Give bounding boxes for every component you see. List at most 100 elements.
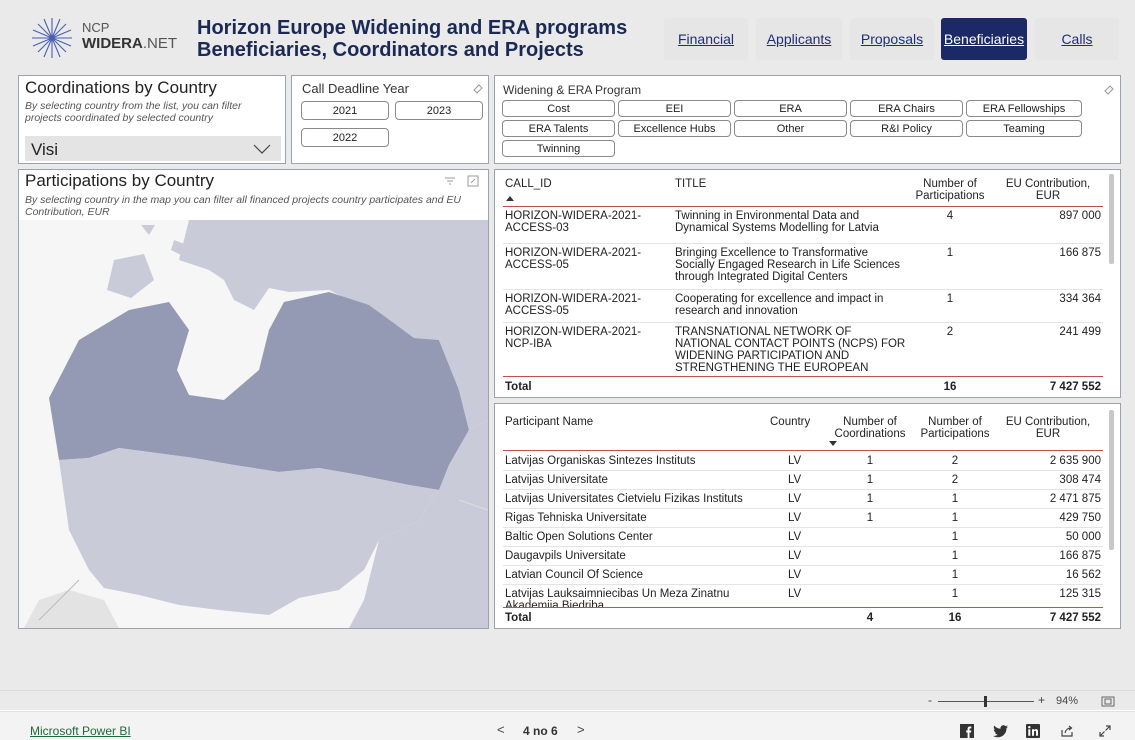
filter-icon[interactable] xyxy=(444,176,456,186)
cell-title: Twinning in Environmental Data and Dynam… xyxy=(675,210,879,234)
total-participations: 16 xyxy=(943,381,957,393)
deadline-title: Call Deadline Year xyxy=(302,81,409,96)
cell-participations: 2 xyxy=(951,474,959,486)
cell-contribution: 16 562 xyxy=(1065,569,1101,581)
cell-participant-name: Daugavpils Universitate xyxy=(505,550,626,562)
focus-mode-icon[interactable] xyxy=(467,175,479,187)
col-header-country[interactable]: Country xyxy=(770,416,810,428)
col-header-coordinations[interactable]: Number of Coordinations xyxy=(831,416,909,440)
tab-proposals[interactable]: Proposals xyxy=(850,18,934,60)
col-header-participations[interactable]: Number of Participations xyxy=(907,178,993,202)
cell-participant-name: Rigas Tehniska Universitate xyxy=(505,512,647,524)
total-label: Total xyxy=(505,612,532,624)
cell-participations: 2 xyxy=(951,455,959,467)
cell-title: TRANSNATIONAL NETWORK OF NATIONAL CONTAC… xyxy=(675,326,906,374)
cell-participations: 4 xyxy=(946,210,954,222)
program-era-talents[interactable]: ERA Talents xyxy=(502,120,615,137)
next-page-button[interactable]: > xyxy=(577,722,585,737)
country-dropdown-value: Visi xyxy=(31,140,59,159)
participation-map[interactable] xyxy=(19,220,488,628)
chevron-down-icon xyxy=(253,144,271,154)
zoom-level: 94% xyxy=(1056,695,1079,707)
zoom-slider-thumb[interactable] xyxy=(984,696,987,707)
col-header-call-id[interactable]: CALL_ID xyxy=(505,178,552,190)
calls-table-panel: CALL_ID TITLE Number of Participations E… xyxy=(494,169,1121,398)
cell-country: LV xyxy=(788,474,802,486)
cell-participant-name: Latvian Council Of Science xyxy=(505,569,644,581)
cell-country: LV xyxy=(788,550,802,562)
share-icon[interactable] xyxy=(1060,724,1074,738)
page-indicator: 4 no 6 xyxy=(523,724,558,738)
cell-contribution: 897 000 xyxy=(1059,210,1101,222)
col-header-participations[interactable]: Number of Participations xyxy=(917,416,993,440)
cell-coordinations: 1 xyxy=(866,474,874,486)
vertical-scrollbar[interactable] xyxy=(1109,174,1114,264)
country-dropdown[interactable]: Visi xyxy=(25,136,281,161)
cell-title: Bringing Excellence to Transformative So… xyxy=(675,247,901,283)
program-cost[interactable]: Cost xyxy=(502,100,615,117)
cell-contribution: 166 875 xyxy=(1059,247,1101,259)
program-excellence-hubs[interactable]: Excellence Hubs xyxy=(618,120,731,137)
fit-page-icon[interactable] xyxy=(1101,696,1115,707)
program-teaming[interactable]: Teaming xyxy=(966,120,1082,137)
program-title: Widening & ERA Program xyxy=(503,83,642,97)
cell-country: LV xyxy=(788,588,802,600)
total-contribution: 7 427 552 xyxy=(1049,612,1101,624)
eraser-icon[interactable] xyxy=(472,83,483,94)
logo-widera: WIDERA xyxy=(82,35,143,52)
vertical-scrollbar[interactable] xyxy=(1109,410,1114,550)
cell-country: LV xyxy=(788,569,802,581)
zoom-in-button[interactable]: + xyxy=(1038,693,1045,707)
cell-country: LV xyxy=(788,531,802,543)
program-era[interactable]: ERA xyxy=(734,100,847,117)
cell-contribution: 50 000 xyxy=(1065,531,1101,543)
program-era-fellowships[interactable]: ERA Fellowships xyxy=(966,100,1082,117)
cell-title: Cooperating for excellence and impact in… xyxy=(675,293,884,317)
cell-participations: 1 xyxy=(951,569,959,581)
cell-country: LV xyxy=(788,455,802,467)
total-divider xyxy=(503,376,1103,377)
cell-contribution: 308 474 xyxy=(1059,474,1101,486)
twitter-icon[interactable] xyxy=(993,725,1008,738)
participants-table-panel: Participant Name Country Number of Coord… xyxy=(494,403,1121,629)
cell-participations: 2 xyxy=(946,326,954,338)
tab-beneficiaries[interactable]: Beneficiaries xyxy=(941,18,1027,60)
cell-participations: 1 xyxy=(951,550,959,562)
cell-contribution: 429 750 xyxy=(1059,512,1101,524)
logo-line1: NCP xyxy=(82,20,110,35)
col-header-contribution[interactable]: EU Contribution, EUR xyxy=(1000,416,1096,440)
page-title-line1: Horizon Europe Widening and ERA programs xyxy=(197,17,628,39)
program-twinning[interactable]: Twinning xyxy=(502,140,615,157)
col-header-title[interactable]: TITLE xyxy=(675,178,706,190)
cell-country: LV xyxy=(788,512,802,524)
program-eei[interactable]: EEI xyxy=(618,100,731,117)
logo-net: .NET xyxy=(142,35,177,52)
tab-calls[interactable]: Calls xyxy=(1035,18,1119,60)
facebook-icon[interactable] xyxy=(960,724,974,738)
prev-page-button[interactable]: < xyxy=(497,722,505,737)
deadline-2022[interactable]: 2022 xyxy=(301,128,389,147)
deadline-2021[interactable]: 2021 xyxy=(301,101,389,120)
cell-call-id: HORIZON-WIDERA-2021-ACCESS-05 xyxy=(505,293,642,317)
cell-participations: 1 xyxy=(951,493,959,505)
program-panel: Widening & ERA Program Cost EEI ERA ERA … xyxy=(494,75,1121,164)
tab-applicants[interactable]: Applicants xyxy=(756,18,842,60)
cell-call-id: HORIZON-WIDERA-2021-ACCESS-03 xyxy=(505,210,642,234)
zoom-out-button[interactable]: - xyxy=(928,693,932,707)
cell-participations: 1 xyxy=(951,588,959,600)
fullscreen-icon[interactable] xyxy=(1098,724,1112,738)
program-era-chairs[interactable]: ERA Chairs xyxy=(850,100,963,117)
col-header-participant-name[interactable]: Participant Name xyxy=(505,416,593,428)
cell-contribution: 241 499 xyxy=(1059,326,1101,338)
total-label: Total xyxy=(505,381,532,393)
powerbi-link[interactable]: Microsoft Power BI xyxy=(30,724,131,738)
program-other[interactable]: Other xyxy=(734,120,847,137)
linkedin-icon[interactable] xyxy=(1026,724,1040,738)
cell-contribution: 2 635 900 xyxy=(1049,455,1101,467)
map-title: Participations by Country xyxy=(25,171,214,190)
program-ri-policy[interactable]: R&I Policy xyxy=(850,120,963,137)
tab-financial[interactable]: Financial xyxy=(664,18,748,60)
eraser-icon[interactable] xyxy=(1103,84,1114,95)
col-header-contribution[interactable]: EU Contribution, EUR xyxy=(1000,178,1096,202)
deadline-2023[interactable]: 2023 xyxy=(395,101,483,120)
